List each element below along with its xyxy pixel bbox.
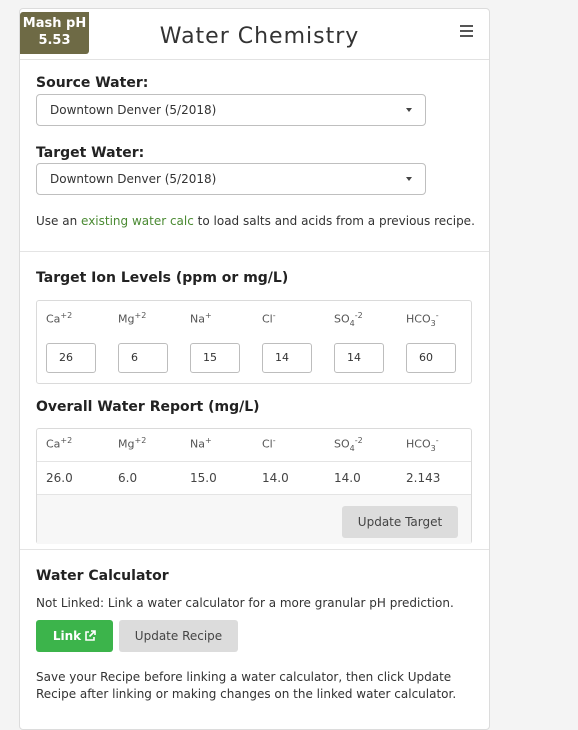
source-water-value: Downtown Denver (5/2018) xyxy=(50,103,217,117)
report-value-ca: 26.0 xyxy=(46,471,73,485)
calculator-status: Not Linked: Link a water calculator for … xyxy=(36,596,454,610)
ion-input-na[interactable]: 15 xyxy=(190,343,240,373)
report-value-hco: 2.143 xyxy=(406,471,441,485)
ion-column-header: HCO3- xyxy=(406,311,439,328)
source-water-label: Source Water: xyxy=(36,75,149,91)
water-chemistry-panel: Mash pH 5.53 Water Chemistry Source Wate… xyxy=(19,8,490,730)
ion-column-header: SO4-2 xyxy=(334,311,363,328)
target-water-value: Downtown Denver (5/2018) xyxy=(50,172,217,186)
source-water-select[interactable]: Downtown Denver (5/2018) xyxy=(36,94,426,126)
ion-input-ca[interactable]: 26 xyxy=(46,343,96,373)
ion-column-header: Mg+2 xyxy=(118,311,147,326)
water-report-table: Update Target Ca+2 26.0 Mg+2 6.0 Na+ 15.0 Cl- 1… xyxy=(36,428,472,544)
row-divider xyxy=(37,494,471,495)
report-value-so: 14.0 xyxy=(334,471,361,485)
divider xyxy=(20,251,489,252)
report-column-header: Ca+2 xyxy=(46,436,73,451)
ion-column-header: Cl- xyxy=(262,311,276,326)
ion-input-hco[interactable]: 60 xyxy=(406,343,456,373)
report-value-cl: 14.0 xyxy=(262,471,289,485)
existing-calc-note: Use an existing water calc to load salts… xyxy=(36,214,475,228)
external-link-icon xyxy=(85,630,96,641)
report-column-header: Cl- xyxy=(262,436,276,451)
ion-input-cl[interactable]: 14 xyxy=(262,343,312,373)
report-value-na: 15.0 xyxy=(190,471,217,485)
link-button-label: Link xyxy=(52,629,82,643)
ion-column-header: Na+ xyxy=(190,311,212,326)
existing-water-calc-link[interactable]: existing water calc xyxy=(81,214,194,228)
existing-calc-suffix: to load salts and acids from a previous … xyxy=(193,214,475,228)
chevron-down-icon xyxy=(406,177,412,181)
update-recipe-button[interactable]: Update Recipe xyxy=(119,620,238,652)
page-title: Water Chemistry xyxy=(159,24,360,49)
report-column-header: Na+ xyxy=(190,436,212,451)
existing-calc-prefix: Use an xyxy=(36,214,82,228)
report-column-header: HCO3- xyxy=(406,436,439,453)
ion-input-mg[interactable]: 6 xyxy=(118,343,168,373)
report-column-header: SO4-2 xyxy=(334,436,363,453)
chevron-down-icon xyxy=(406,108,412,112)
target-water-label: Target Water: xyxy=(36,145,145,161)
hamburger-menu-icon[interactable] xyxy=(460,25,473,37)
link-button[interactable]: Link xyxy=(36,620,113,652)
calculator-footer-note: Save your Recipe before linking a water … xyxy=(36,670,457,701)
target-ion-heading: Target Ion Levels (ppm or mg/L) xyxy=(36,270,289,286)
update-target-button[interactable]: Update Target xyxy=(342,506,458,538)
ion-column-header: Ca+2 xyxy=(46,311,73,326)
row-divider xyxy=(37,461,471,462)
target-ion-table: Ca+2 26 Mg+2 6 Na+ 15 Cl- 14 SO4-2 14 HCO3- 60 xyxy=(36,300,472,384)
panel-header: Mash pH 5.53 Water Chemistry xyxy=(20,9,489,60)
report-column-header: Mg+2 xyxy=(118,436,147,451)
divider xyxy=(20,549,489,550)
water-report-heading: Overall Water Report (mg/L) xyxy=(36,399,260,415)
report-value-mg: 6.0 xyxy=(118,471,138,485)
ion-input-so[interactable]: 14 xyxy=(334,343,384,373)
water-calculator-heading: Water Calculator xyxy=(36,568,169,584)
target-water-select[interactable]: Downtown Denver (5/2018) xyxy=(36,163,426,195)
